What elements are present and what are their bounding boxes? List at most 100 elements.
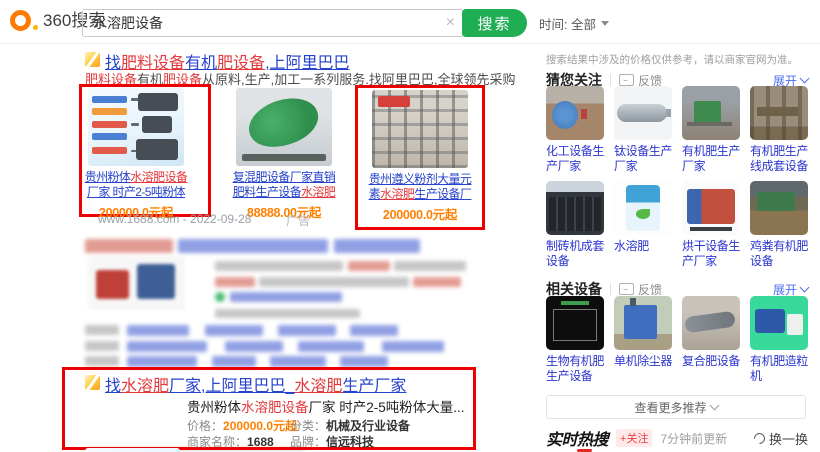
blurred-title-segment bbox=[85, 239, 173, 253]
time-filter-label: 时间: 全部 bbox=[539, 14, 596, 33]
item-label: 化工设备生产厂家 bbox=[546, 144, 604, 174]
product-card-3[interactable]: 贵州遵义粉剂大量元素水溶肥生产设备厂 200000.0元起 bbox=[372, 90, 468, 223]
blurred-link[interactable] bbox=[205, 325, 263, 336]
search-button[interactable]: 搜索 bbox=[462, 9, 527, 37]
360-logo-dot-icon bbox=[33, 25, 38, 30]
item-label: 生物有机肥生产设备 bbox=[546, 354, 604, 384]
blurred-desc bbox=[394, 261, 466, 271]
blurred-link[interactable] bbox=[350, 325, 398, 336]
related-search-item[interactable]: 有机肥生产线成套设备 bbox=[750, 86, 808, 174]
blurred-url bbox=[215, 309, 360, 318]
item-thumbnail bbox=[682, 181, 740, 235]
blurred-site-link[interactable] bbox=[230, 292, 342, 302]
related-search-item[interactable]: 钛设备生产厂家 bbox=[614, 86, 672, 174]
category-value: 机械及行业设备 bbox=[326, 419, 410, 433]
related-search-item[interactable]: 制砖机成套设备 bbox=[546, 181, 604, 269]
blurred-link[interactable] bbox=[212, 356, 256, 367]
item-label: 复合肥设备 bbox=[682, 354, 740, 369]
hot-search-title: 实时热搜 bbox=[546, 426, 608, 450]
item-thumbnail bbox=[682, 296, 740, 350]
seller-field: 商家名称：1688 bbox=[187, 433, 274, 450]
chevron-down-icon bbox=[709, 401, 719, 411]
product-image bbox=[88, 88, 184, 166]
related-search-item[interactable]: 烘干设备生产厂家 bbox=[682, 181, 740, 269]
blurred-link[interactable] bbox=[127, 341, 207, 352]
alibaba-ad-icon bbox=[85, 375, 100, 390]
item-thumbnail bbox=[546, 86, 604, 140]
price-label: 价格： bbox=[187, 419, 223, 433]
blurred-link[interactable] bbox=[127, 356, 197, 367]
product-image bbox=[236, 88, 332, 166]
price-disclaimer: 搜索结果中涉及的价格仅供参考，请以商家官网为准。 bbox=[546, 52, 798, 67]
item-label: 水溶肥 bbox=[614, 239, 672, 254]
related-search-item[interactable]: 复合肥设备 bbox=[682, 296, 740, 384]
price-field: 价格：200000.0元起 bbox=[187, 417, 297, 434]
title-segment-highlight: 水溶肥 bbox=[121, 378, 169, 395]
divider bbox=[610, 283, 611, 295]
ad-bottom-title-link[interactable]: 找水溶肥厂家,上阿里巴巴_水溶肥生产厂家 bbox=[105, 372, 406, 396]
desc-segment: 有机 bbox=[137, 72, 163, 87]
blurred-title-link[interactable] bbox=[334, 239, 420, 253]
item-label: 有机肥生产厂家 bbox=[682, 144, 740, 174]
title-segment: 生产厂家 bbox=[342, 378, 406, 395]
refresh-button[interactable]: 换一换 bbox=[754, 429, 808, 448]
product-card-2[interactable]: 复混肥设备厂家直销 肥料生产设备水溶肥 88888.00元起 bbox=[236, 88, 332, 221]
search-box[interactable]: × bbox=[82, 9, 464, 37]
item-label: 有机肥造粒机 bbox=[750, 354, 808, 384]
blurred-row-label bbox=[85, 341, 119, 351]
product-image bbox=[372, 90, 468, 168]
item-thumbnail bbox=[750, 86, 808, 140]
clear-search-icon[interactable]: × bbox=[446, 15, 455, 31]
blurred-link[interactable] bbox=[225, 341, 283, 352]
ad-bottom-product-name[interactable]: 贵州粉体水溶肥设备厂家 时产2-5吨粉体大量... bbox=[187, 396, 465, 416]
blurred-link[interactable] bbox=[270, 356, 326, 367]
blurred-link[interactable] bbox=[298, 341, 364, 352]
divider bbox=[610, 74, 611, 86]
blurred-link[interactable] bbox=[382, 341, 444, 352]
refresh-label: 换一换 bbox=[769, 429, 808, 448]
result-source-url: www.1688.com - 2022-09-28 bbox=[98, 212, 251, 226]
item-thumbnail bbox=[750, 296, 808, 350]
product-card-price: 200000.0元起 bbox=[372, 204, 468, 223]
expand-button[interactable]: 展开 bbox=[773, 281, 808, 298]
feedback-button[interactable]: 反馈 bbox=[619, 281, 662, 298]
ad-label: 广告 bbox=[286, 212, 310, 229]
related-search-item[interactable]: 有机肥造粒机 bbox=[750, 296, 808, 384]
name-segment: 厂家 时产2-5吨粉体大量... bbox=[309, 400, 465, 415]
blurred-desc bbox=[215, 261, 343, 271]
blurred-desc bbox=[259, 277, 409, 287]
seller-label: 商家名称： bbox=[187, 435, 247, 449]
desc-segment-highlight: 肥设备 bbox=[163, 72, 202, 87]
show-more-button[interactable]: 查看更多推荐 bbox=[546, 395, 806, 419]
desc-segment: 从原料,生产,加工一系列服务.找阿里巴巴,全球领先采购批发平台! bbox=[202, 72, 515, 87]
item-label: 鸡粪有机肥设备 bbox=[750, 239, 808, 269]
title-segment-highlight: 水溶肥 bbox=[294, 378, 342, 395]
time-filter-dropdown[interactable]: 时间: 全部 bbox=[539, 14, 609, 33]
item-thumbnail bbox=[682, 86, 740, 140]
blurred-desc-highlight bbox=[413, 277, 461, 287]
refresh-icon bbox=[752, 430, 768, 446]
related-search-item[interactable]: 水溶肥 bbox=[614, 181, 672, 269]
item-label: 制砖机成套设备 bbox=[546, 239, 604, 269]
chevron-down-icon bbox=[800, 283, 810, 293]
search-input[interactable] bbox=[91, 14, 446, 32]
feedback-label: 反馈 bbox=[638, 281, 662, 298]
blurred-link[interactable] bbox=[278, 325, 336, 336]
related-search-item[interactable]: 生物有机肥生产设备 bbox=[546, 296, 604, 384]
ad-bottom-product-image[interactable] bbox=[85, 448, 180, 452]
blurred-title-link[interactable] bbox=[178, 239, 328, 253]
related-search-item[interactable]: 有机肥生产厂家 bbox=[682, 86, 740, 174]
related-search-item[interactable]: 鸡粪有机肥设备 bbox=[750, 181, 808, 269]
item-thumbnail bbox=[546, 181, 604, 235]
blurred-link[interactable] bbox=[127, 325, 189, 336]
blurred-desc-highlight bbox=[348, 261, 390, 271]
title-segment: 厂家,上阿里巴巴_ bbox=[169, 378, 294, 395]
guess-grid-row-2: 制砖机成套设备 水溶肥 烘干设备生产厂家 鸡粪有机肥设备 bbox=[546, 181, 808, 269]
product-card-1[interactable]: 贵州粉体水溶肥设备厂家 时产2-5吨粉体 200000.0元起 bbox=[88, 88, 184, 221]
title-segment: 找 bbox=[105, 378, 121, 395]
blurred-link[interactable] bbox=[340, 356, 388, 367]
related-search-item[interactable]: 单机除尘器 bbox=[614, 296, 672, 384]
related-search-item[interactable]: 化工设备生产厂家 bbox=[546, 86, 604, 174]
feedback-icon bbox=[619, 283, 634, 295]
follow-badge[interactable]: +关注 bbox=[616, 429, 652, 447]
